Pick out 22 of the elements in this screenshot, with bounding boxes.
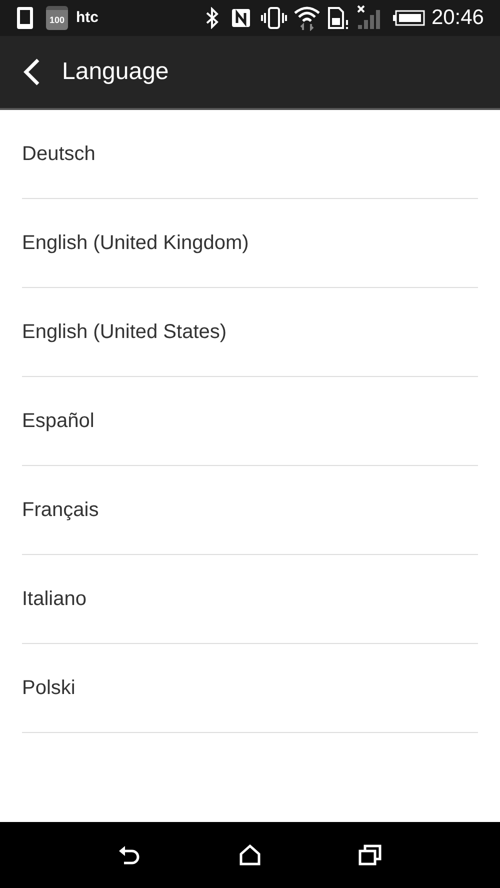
phone-icon	[16, 6, 34, 30]
language-item[interactable]: English (United Kingdom)	[22, 199, 478, 287]
back-icon	[118, 844, 142, 866]
language-item[interactable]: Français	[22, 466, 478, 554]
clock: 20:46	[431, 5, 484, 32]
nfc-icon	[231, 8, 252, 28]
language-item[interactable]: Deutsch	[22, 110, 478, 198]
back-icon	[23, 58, 41, 86]
sim-card-icon	[327, 6, 350, 30]
language-item[interactable]: Español	[22, 377, 478, 465]
page-title: Language	[62, 57, 169, 87]
carrier-label: htc	[76, 8, 98, 28]
wifi-icon	[293, 5, 322, 31]
recent-apps-icon	[358, 844, 382, 866]
language-item[interactable]: Polski	[22, 644, 478, 732]
calendar-number: 100	[49, 16, 65, 24]
language-item[interactable]: English (United States)	[22, 288, 478, 376]
home-icon	[239, 844, 261, 866]
bluetooth-icon	[205, 7, 220, 29]
battery-icon	[393, 10, 426, 26]
language-item[interactable]: Italiano	[22, 555, 478, 643]
vibrate-icon	[261, 7, 288, 29]
